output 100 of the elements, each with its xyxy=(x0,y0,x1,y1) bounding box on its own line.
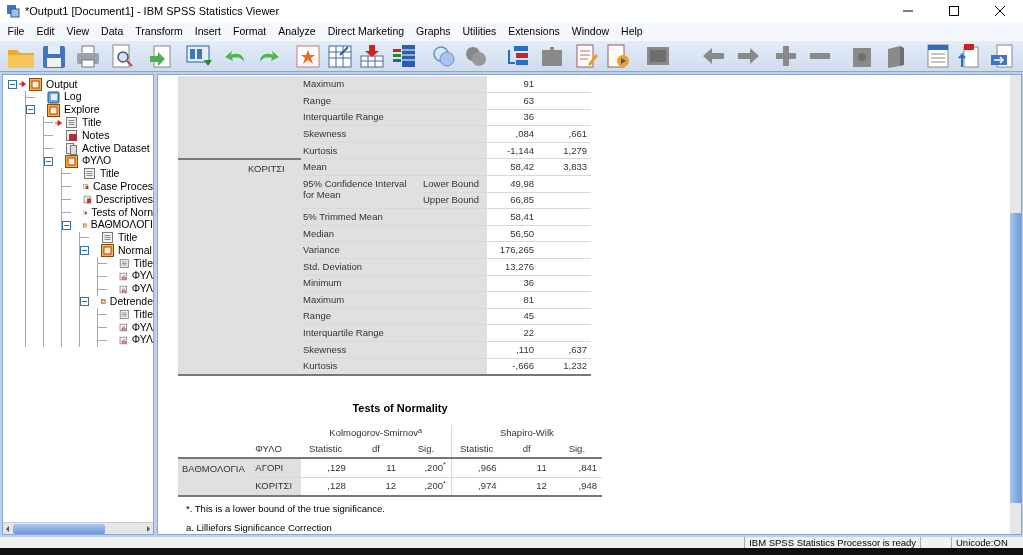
title-page-icon xyxy=(83,167,96,181)
row-label: 5% Trimmed Mean xyxy=(303,210,383,222)
menu-item[interactable]: Extensions xyxy=(503,23,565,40)
table-cell: 66,85 xyxy=(510,194,534,206)
scrollbar-thumb[interactable] xyxy=(13,523,105,534)
table-cell: 63 xyxy=(523,94,534,106)
title-page-icon xyxy=(119,308,130,322)
output-book-icon xyxy=(47,103,60,117)
column-group-header: Kolmogorov-Smirnov$^{a}$ xyxy=(329,427,422,439)
row-label: Lower Bound xyxy=(423,177,479,189)
row-label: Range xyxy=(303,94,331,106)
footnote: a. Lilliefors Significance Correction xyxy=(186,521,333,534)
table-cell: ,637 xyxy=(568,343,587,355)
menu-item[interactable]: Window xyxy=(567,23,614,40)
row-label: Variance xyxy=(303,244,340,256)
table-cell: ,129 xyxy=(327,461,346,473)
row-label: Interquartile Range xyxy=(303,327,384,339)
window-title: *Output1 [Document1] - IBM SPSS Statistics Viewer xyxy=(25,3,280,19)
row-label: Skewness xyxy=(303,343,347,355)
app-icon xyxy=(6,4,20,18)
table-cell: 1,279 xyxy=(563,144,587,156)
chart-page-icon xyxy=(119,321,128,335)
table-cell: 11 xyxy=(536,461,547,473)
table-cell: ,841 xyxy=(578,461,597,473)
table-cell: 91 xyxy=(523,77,534,89)
collapse-toggle[interactable] xyxy=(62,220,71,230)
table-cell: 81 xyxy=(523,293,534,305)
collapse-toggle[interactable] xyxy=(44,156,53,166)
menu-item[interactable]: Direct Marketing xyxy=(323,23,409,40)
collapse-toggle[interactable] xyxy=(8,79,17,89)
row-label: ΑΓΟΡΙ xyxy=(255,461,284,473)
goto-case-icon[interactable] xyxy=(326,42,354,70)
table-cell: 13,276 xyxy=(504,260,534,272)
row-label: ΚΟΡΙΤΣΙ xyxy=(255,480,293,492)
column-header: Sig. xyxy=(568,443,586,455)
minus-icon xyxy=(82,299,87,305)
title-page-icon xyxy=(119,257,130,271)
document-play-icon[interactable] xyxy=(604,42,632,70)
table-cell: ,110 xyxy=(516,343,534,355)
minus-icon xyxy=(82,248,87,254)
menu-item[interactable]: Analyze xyxy=(273,23,321,40)
table-cell: -1,144 xyxy=(507,144,534,156)
menu-item[interactable]: View xyxy=(62,23,94,40)
dataset-page-icon xyxy=(65,141,78,155)
collapse-toggle[interactable] xyxy=(26,105,35,115)
chart-page-icon xyxy=(119,269,128,283)
minus-icon xyxy=(46,158,51,164)
table-cell: -,666 xyxy=(512,360,534,371)
table-cell: 45 xyxy=(523,310,534,322)
collapse-toggle[interactable] xyxy=(80,246,89,256)
table-cell: 49,98 xyxy=(510,177,534,189)
column-header: Statistic xyxy=(460,443,494,455)
insert-variable-icon[interactable] xyxy=(390,42,418,70)
menu-item[interactable]: File xyxy=(3,23,29,40)
row-label: Maximum xyxy=(303,77,345,89)
output-book-icon xyxy=(29,77,42,91)
output-book-icon xyxy=(101,244,114,258)
table-cell: ,661 xyxy=(568,127,587,139)
column-group-header: Shapiro-Wilk xyxy=(499,427,554,439)
vertical-scrollbar[interactable] xyxy=(1010,75,1021,534)
insert-cases-icon[interactable] xyxy=(358,42,386,70)
chart-page-icon xyxy=(119,282,128,296)
column-header: Statistic xyxy=(309,443,343,455)
maximize-icon xyxy=(949,6,959,16)
scrollbar-thumb[interactable] xyxy=(1010,213,1021,503)
row-label: Std. Deviation xyxy=(303,260,363,272)
table-cell: ,084 xyxy=(515,127,534,139)
table-cell: 12 xyxy=(385,480,397,492)
outline-view-icon[interactable] xyxy=(924,42,952,70)
column-header: ΦΥΛΟ xyxy=(255,443,282,455)
title-page-icon xyxy=(65,116,78,130)
menu-item[interactable]: Edit xyxy=(31,23,59,40)
menu-item[interactable]: Insert xyxy=(190,23,226,40)
row-label: Range xyxy=(303,310,331,322)
close-icon xyxy=(995,6,1005,16)
horizontal-scrollbar[interactable] xyxy=(3,522,153,534)
row-label: 95% Confidence Interval for Mean xyxy=(303,177,408,201)
menu-item[interactable]: Help xyxy=(616,23,648,40)
menu-item[interactable]: Data xyxy=(96,23,128,40)
table-cell: 22 xyxy=(523,327,534,339)
table-cell: ,974 xyxy=(478,480,497,492)
title-page-icon xyxy=(101,231,114,245)
printer-icon[interactable] xyxy=(74,42,102,70)
menu-item[interactable]: Utilities xyxy=(458,23,501,40)
row-label: Minimum xyxy=(303,277,342,289)
row-label: Upper Bound xyxy=(423,194,479,206)
chart-page-icon xyxy=(119,333,128,347)
row-label: Median xyxy=(303,227,335,239)
table-cell: 176,265 xyxy=(499,244,534,256)
table-cell: 36 xyxy=(523,111,534,123)
row-label: Maximum xyxy=(303,293,345,305)
menu-item[interactable]: Transform xyxy=(130,23,188,40)
table-cell: 58,42 xyxy=(510,161,534,173)
goto-data-icon[interactable] xyxy=(294,42,322,70)
transfer-icon[interactable] xyxy=(988,42,1016,70)
menu-item[interactable]: Graphs xyxy=(411,23,455,40)
collapse-toggle[interactable] xyxy=(80,297,89,307)
menu-item[interactable]: Format xyxy=(228,23,271,40)
output-book-icon xyxy=(65,154,78,168)
row-label: Mean xyxy=(303,161,327,173)
